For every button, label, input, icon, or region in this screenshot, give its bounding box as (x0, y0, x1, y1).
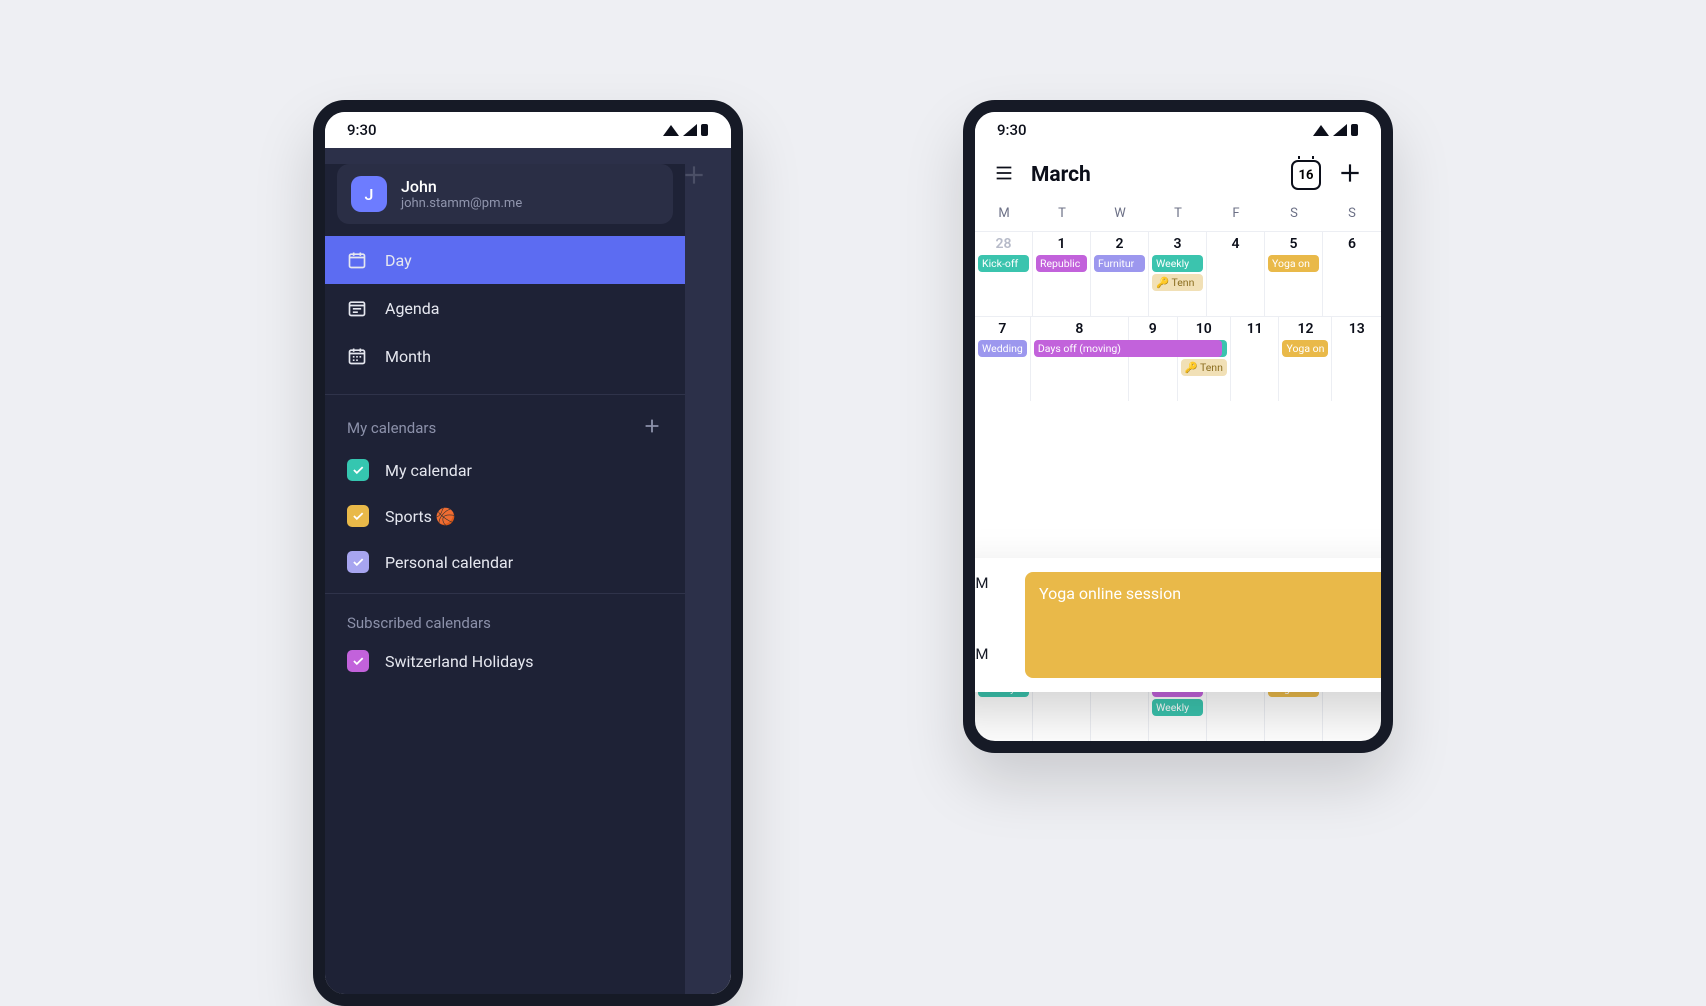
section-heading: My calendars (347, 419, 436, 437)
calendar-item-sports[interactable]: Sports 🏀 (325, 493, 685, 539)
day-number: 9 (1132, 321, 1174, 337)
today-badge[interactable]: 16 (1291, 160, 1321, 190)
weekday-label: S (1265, 200, 1323, 231)
checkbox-icon[interactable] (347, 551, 369, 573)
calendar-item-switzerland[interactable]: Switzerland Holidays (325, 638, 685, 684)
event-chip[interactable]: Yoga on (1282, 340, 1328, 357)
weekday-header: MTWTFSS (975, 200, 1381, 231)
event-chip[interactable]: Republic (1036, 255, 1087, 272)
popup-event[interactable]: Yoga online session (1025, 572, 1393, 678)
event-chip[interactable]: Weekly (1152, 699, 1203, 716)
weekday-label: M (975, 200, 1033, 231)
status-time: 9:30 (347, 121, 377, 139)
day-number: 6 (1326, 236, 1378, 252)
nav-label: Day (385, 251, 412, 270)
day-cell[interactable]: 3 Weekly 🔑 Tenn (1149, 232, 1207, 316)
status-bar: 9:30 (975, 112, 1381, 148)
day-number: 28 (978, 236, 1029, 252)
user-email: john.stamm@pm.me (401, 196, 522, 211)
day-cell[interactable]: 9 (1129, 317, 1178, 401)
my-calendars-section: My calendars My calendar Sports 🏀 Person… (325, 394, 685, 585)
day-number: 2 (1094, 236, 1145, 252)
week-row: 28 Kick-off 1 Republic 2 Furnitur 3 Weekly 🔑 Ten… (975, 231, 1381, 316)
popup-time-end: 11 AM (963, 643, 1025, 663)
weekday-label: T (1149, 200, 1207, 231)
calendar-item-my-calendar[interactable]: My calendar (325, 447, 685, 493)
avatar: J (351, 176, 387, 212)
calendar-label: Personal calendar (385, 553, 513, 572)
nav-item-day[interactable]: Day (325, 236, 685, 284)
subscribed-calendars-section: Subscribed calendars Switzerland Holiday… (325, 593, 685, 684)
section-heading: Subscribed calendars (347, 614, 491, 632)
calendar-label: Sports 🏀 (385, 507, 456, 526)
day-cell[interactable]: 12 Yoga on (1279, 317, 1332, 401)
status-bar: 9:30 (325, 112, 731, 148)
phone-sidebar-mockup: 9:30 J John john.stamm@pm.me Day (313, 100, 743, 1006)
status-time: 9:30 (997, 121, 1027, 139)
nav-label: Month (385, 347, 431, 366)
day-cell[interactable]: 7 Wedding (975, 317, 1031, 401)
calendar-label: Switzerland Holidays (385, 652, 534, 671)
day-cell[interactable]: 11 (1231, 317, 1280, 401)
day-number: 4 (1210, 236, 1261, 252)
calendar-month-icon (347, 346, 367, 366)
user-name: John (401, 177, 522, 196)
phone-month-mockup: 9:30 March 16 MTWTFSS 28Kick-off1Republi… (963, 100, 1393, 753)
checkbox-icon[interactable] (347, 459, 369, 481)
popup-time-start: 10 AM (963, 572, 1025, 592)
add-calendar-icon[interactable] (641, 415, 663, 441)
event-chip[interactable]: Wedding (978, 340, 1027, 357)
menu-icon[interactable] (993, 162, 1015, 188)
day-cell[interactable]: 4 (1207, 232, 1265, 316)
day-number: 5 (1268, 236, 1319, 252)
popup-event-title: Yoga online session (1039, 584, 1181, 603)
calendar-label: My calendar (385, 461, 472, 480)
day-number: 8 (1034, 321, 1125, 337)
event-chip[interactable]: 🔑 Tenn (1152, 274, 1203, 291)
day-number: 10 (1181, 321, 1227, 337)
status-icons (662, 123, 709, 137)
month-title: March (1031, 163, 1275, 187)
user-card[interactable]: J John john.stamm@pm.me (337, 164, 673, 224)
day-number: 3 (1152, 236, 1203, 252)
weekday-label: W (1091, 200, 1149, 231)
day-number: 11 (1234, 321, 1276, 337)
day-cell[interactable]: 2 Furnitur (1091, 232, 1149, 316)
event-chip[interactable]: Yoga on (1268, 255, 1319, 272)
topbar: March 16 (975, 148, 1381, 200)
day-cell[interactable]: 13 (1332, 317, 1381, 401)
event-chip[interactable]: Furnitur (1094, 255, 1145, 272)
sidebar-drawer: J John john.stamm@pm.me Day Agenda (325, 164, 685, 994)
event-popup: 10 AM Yoga online session 11 AM (963, 558, 1393, 692)
day-cell[interactable]: 10Weekly🔑 Tenn (1178, 317, 1231, 401)
day-cell[interactable]: 8Days off (moving) (1031, 317, 1129, 401)
weekday-label: T (1033, 200, 1091, 231)
day-cell[interactable]: 5 Yoga on (1265, 232, 1323, 316)
day-cell[interactable]: 6 (1323, 232, 1381, 316)
nav-item-agenda[interactable]: Agenda (325, 284, 685, 332)
event-chip[interactable]: Kick-off (978, 255, 1029, 272)
calendar-item-personal[interactable]: Personal calendar (325, 539, 685, 585)
day-cell[interactable]: 28 Kick-off (975, 232, 1033, 316)
add-event-icon[interactable] (1337, 160, 1363, 190)
status-icons (1312, 123, 1359, 137)
calendar-day-icon (347, 250, 367, 270)
weekday-label: S (1323, 200, 1381, 231)
day-cell[interactable]: 1 Republic (1033, 232, 1091, 316)
week-row: 7Wedding8Days off (moving)910Weekly🔑 Ten… (975, 316, 1381, 401)
event-chip[interactable]: Days off (moving) (1034, 340, 1222, 357)
calendar-agenda-icon (347, 298, 367, 318)
nav-list: Day Agenda Month (325, 236, 685, 386)
event-chip[interactable]: 🔑 Tenn (1181, 359, 1227, 376)
event-chip[interactable]: Weekly (1152, 255, 1203, 272)
checkbox-icon[interactable] (347, 650, 369, 672)
nav-item-month[interactable]: Month (325, 332, 685, 380)
day-number: 7 (978, 321, 1027, 337)
day-number: 13 (1335, 321, 1378, 337)
day-number: 12 (1282, 321, 1328, 337)
weekday-label: F (1207, 200, 1265, 231)
nav-label: Agenda (385, 299, 439, 318)
checkbox-icon[interactable] (347, 505, 369, 527)
day-number: 1 (1036, 236, 1087, 252)
